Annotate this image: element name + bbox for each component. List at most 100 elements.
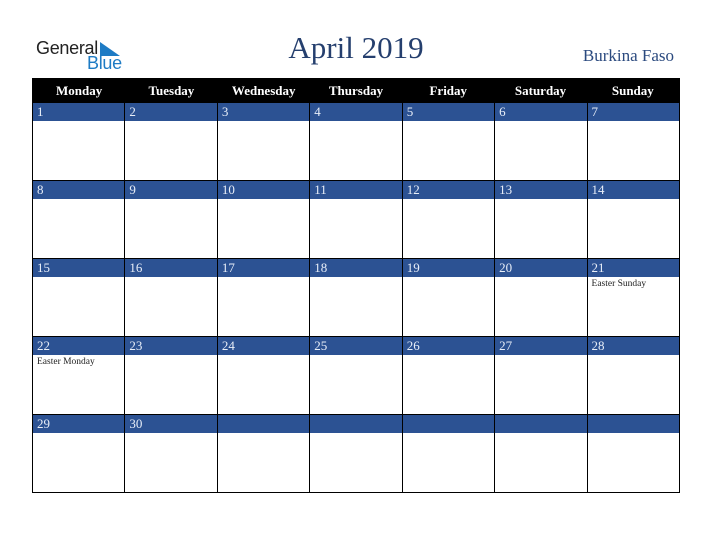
holiday-label: [218, 355, 309, 357]
day-number: 17: [217, 259, 310, 277]
weekday-wednesday: Wednesday: [231, 83, 296, 98]
day-number: 27: [495, 337, 587, 355]
day-cell: 3: [216, 103, 310, 180]
day-number: 14: [587, 181, 679, 199]
day-cell: [309, 415, 402, 492]
day-number: 23: [125, 337, 217, 355]
holiday-label: [403, 121, 494, 123]
day-cell: 18: [309, 259, 402, 336]
day-cell: 14: [586, 181, 679, 258]
week-row: 22 Easter Monday 23 24 25 26 27 28: [33, 336, 679, 414]
day-number: 11: [310, 181, 402, 199]
holiday-label: [33, 277, 124, 279]
holiday-label: [125, 277, 216, 279]
holiday-label: [33, 121, 124, 123]
day-number: 5: [402, 103, 495, 121]
holiday-label: [588, 433, 679, 435]
holiday-label: [125, 355, 216, 357]
holiday-label: [218, 277, 309, 279]
holiday-label: [495, 433, 586, 435]
day-number: [402, 415, 495, 433]
holiday-label: [588, 355, 679, 357]
day-cell: 12: [401, 181, 495, 258]
holiday-label: [403, 199, 494, 201]
day-number: 26: [402, 337, 495, 355]
holiday-label: [125, 199, 216, 201]
holiday-label: [495, 121, 586, 123]
calendar-grid: Monday Tuesday Wednesday Thursday Friday Satu…: [32, 78, 680, 493]
day-cell: 10: [216, 181, 310, 258]
week-row: 29 30: [33, 414, 679, 492]
holiday-label: [310, 433, 401, 435]
day-cell: 22 Easter Monday: [33, 337, 125, 414]
weekday-sunday: Sunday: [611, 83, 654, 98]
day-number: 20: [495, 259, 587, 277]
day-cell: 1: [33, 103, 125, 180]
day-number: 12: [402, 181, 495, 199]
day-cell: 21 Easter Sunday: [586, 259, 679, 336]
day-cell: [216, 415, 310, 492]
weekday-tuesday: Tuesday: [148, 83, 195, 98]
day-number: [310, 415, 402, 433]
day-number: 21: [587, 259, 679, 277]
day-cell: 30: [124, 415, 217, 492]
holiday-label: [218, 199, 309, 201]
day-cell: 16: [124, 259, 217, 336]
day-number: 25: [310, 337, 402, 355]
day-number: 3: [217, 103, 310, 121]
day-number: [495, 415, 587, 433]
day-cell: 20: [494, 259, 587, 336]
day-cell: 8: [33, 181, 125, 258]
day-number: 1: [33, 103, 125, 121]
day-number: 2: [125, 103, 217, 121]
holiday-label: [495, 355, 586, 357]
holiday-label: [310, 199, 401, 201]
weekday-thursday: Thursday: [328, 83, 384, 98]
day-cell: 29: [33, 415, 125, 492]
day-cell: 28: [586, 337, 679, 414]
holiday-label: [125, 121, 216, 123]
day-cell: 26: [401, 337, 495, 414]
holiday-label: [588, 199, 679, 201]
holiday-label: [218, 121, 309, 123]
day-number: 30: [125, 415, 217, 433]
day-cell: 24: [216, 337, 310, 414]
holiday-label: [310, 277, 401, 279]
day-cell: 6: [494, 103, 587, 180]
day-number: [217, 415, 310, 433]
weekday-header: Monday Tuesday Wednesday Thursday Friday Satu…: [33, 79, 679, 103]
holiday-label: [310, 121, 401, 123]
day-number: 6: [495, 103, 587, 121]
day-number: 19: [402, 259, 495, 277]
day-number: 18: [310, 259, 402, 277]
day-number: 28: [587, 337, 679, 355]
day-number: 8: [33, 181, 125, 199]
holiday-label: [125, 433, 216, 435]
day-cell: 11: [309, 181, 402, 258]
day-cell: 17: [216, 259, 310, 336]
day-number: 9: [125, 181, 217, 199]
weekday-saturday: Saturday: [514, 83, 567, 98]
day-cell: 19: [401, 259, 495, 336]
day-cell: [401, 415, 495, 492]
day-cell: 9: [124, 181, 217, 258]
day-cell: 27: [494, 337, 587, 414]
day-number: 13: [495, 181, 587, 199]
week-row: 1234567: [33, 103, 679, 180]
holiday-label: Easter Monday: [37, 357, 95, 367]
holiday-label: [495, 277, 586, 279]
holiday-label: Easter Sunday: [591, 279, 647, 289]
holiday-label: [218, 433, 309, 435]
week-row: 8 9 10 11 12 13 14: [33, 180, 679, 258]
day-number: [587, 415, 679, 433]
day-cell: 13: [494, 181, 587, 258]
holiday-label: [33, 433, 124, 435]
day-number: 29: [33, 415, 125, 433]
day-cell: 15: [33, 259, 125, 336]
holiday-label: [588, 121, 679, 123]
day-cell: 7: [586, 103, 679, 180]
day-cell: [586, 415, 679, 492]
holiday-label: [33, 199, 124, 201]
holiday-label: [495, 199, 586, 201]
day-cell: [494, 415, 587, 492]
